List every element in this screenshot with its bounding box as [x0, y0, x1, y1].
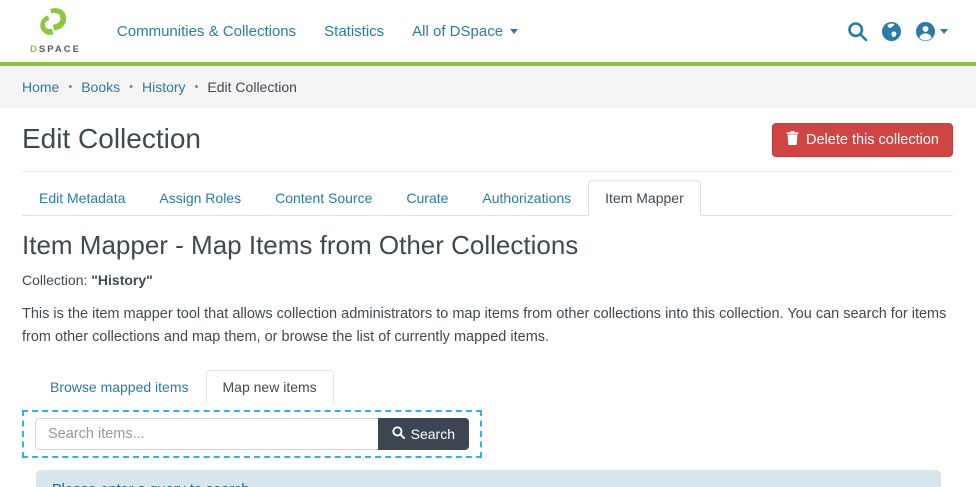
main-nav: Communities & Collections Statistics All… — [117, 23, 518, 40]
tab-content-source[interactable]: Content Source — [258, 180, 389, 216]
info-alert: Please enter a query to search — [36, 470, 941, 487]
dspace-wordmark: DSPACE — [30, 44, 81, 55]
dspace-logo[interactable]: DSPACE — [30, 8, 81, 55]
tab-curate[interactable]: Curate — [389, 180, 465, 216]
subtab-map-new-items[interactable]: Map new items — [206, 370, 334, 404]
caret-down-icon — [510, 29, 518, 34]
dspace-logo-icon — [36, 8, 74, 43]
globe-icon[interactable] — [881, 21, 902, 42]
title-divider — [22, 171, 953, 172]
nav-statistics[interactable]: Statistics — [324, 23, 384, 40]
search-input-group: Search — [35, 418, 469, 450]
breadcrumb-separator: • — [129, 81, 133, 93]
trash-icon — [786, 131, 799, 149]
item-mapper-subtabs: Browse mapped items Map new items — [33, 370, 953, 404]
search-form-focus-outline: Search — [22, 410, 482, 458]
nav-all-of-dspace[interactable]: All of DSpace — [412, 23, 518, 40]
user-icon[interactable] — [915, 21, 948, 42]
breadcrumb: Home • Books • History • Edit Collection — [0, 66, 976, 108]
tab-authorizations[interactable]: Authorizations — [465, 180, 588, 216]
item-mapper-heading: Item Mapper - Map Items from Other Colle… — [22, 230, 953, 261]
collection-line: Collection: "History" — [22, 272, 953, 288]
edit-collection-tabs: Edit Metadata Assign Roles Content Sourc… — [22, 180, 953, 216]
breadcrumb-separator: • — [68, 81, 72, 93]
breadcrumb-separator: • — [195, 81, 199, 93]
breadcrumb-history[interactable]: History — [142, 79, 186, 95]
search-icon[interactable] — [847, 21, 868, 42]
main-content: Edit Collection Delete this collection E… — [0, 123, 976, 487]
subtab-browse-mapped-items[interactable]: Browse mapped items — [33, 370, 206, 404]
collection-name: "History" — [91, 272, 153, 288]
page-title: Edit Collection — [22, 123, 201, 155]
breadcrumb-books[interactable]: Books — [81, 79, 120, 95]
breadcrumb-current: Edit Collection — [207, 79, 297, 95]
header-icons — [847, 21, 948, 42]
caret-down-icon — [940, 29, 948, 34]
search-icon — [392, 426, 405, 442]
tab-edit-metadata[interactable]: Edit Metadata — [22, 180, 142, 216]
top-navbar: DSPACE Communities & Collections Statist… — [0, 0, 976, 62]
item-mapper-description: This is the item mapper tool that allows… — [22, 303, 953, 350]
tab-item-mapper[interactable]: Item Mapper — [588, 180, 701, 216]
delete-collection-button[interactable]: Delete this collection — [772, 123, 953, 157]
tab-assign-roles[interactable]: Assign Roles — [142, 180, 258, 216]
search-button[interactable]: Search — [378, 418, 469, 450]
nav-communities-collections[interactable]: Communities & Collections — [117, 23, 296, 40]
search-input[interactable] — [35, 418, 378, 450]
breadcrumb-home[interactable]: Home — [22, 79, 59, 95]
